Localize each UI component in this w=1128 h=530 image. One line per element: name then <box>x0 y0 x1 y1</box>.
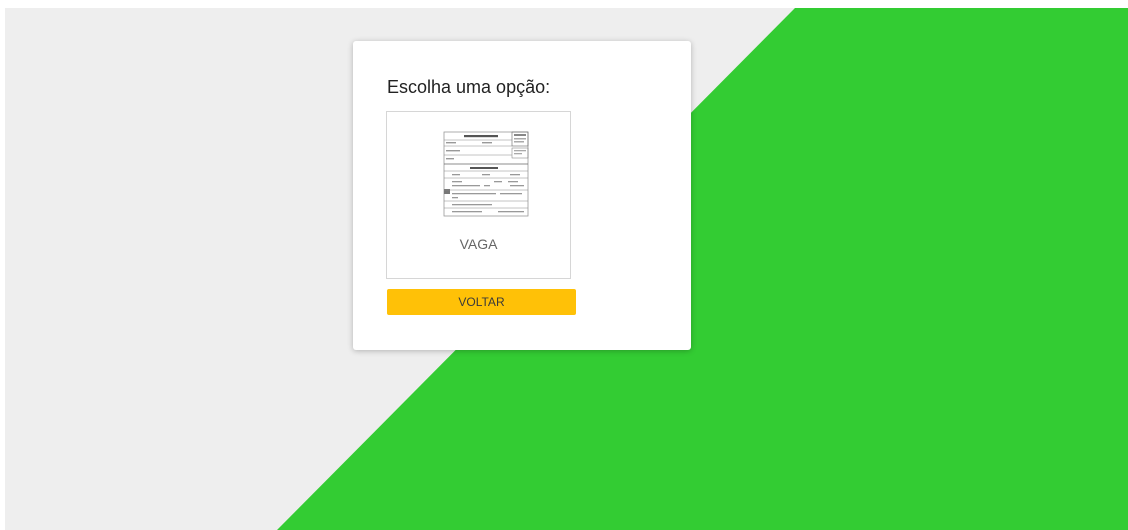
back-button[interactable]: VOLTAR <box>387 289 576 315</box>
dialog-title: Escolha uma opção: <box>387 77 551 97</box>
option-dialog: Escolha uma opção: VAGA VOLTAR <box>353 41 691 350</box>
document-form-thumbnail-icon <box>442 130 530 218</box>
page-background: Escolha uma opção: VAGA VOLTAR <box>5 8 1128 530</box>
option-label: VAGA <box>459 236 498 252</box>
option-vaga[interactable]: VAGA <box>386 111 571 279</box>
